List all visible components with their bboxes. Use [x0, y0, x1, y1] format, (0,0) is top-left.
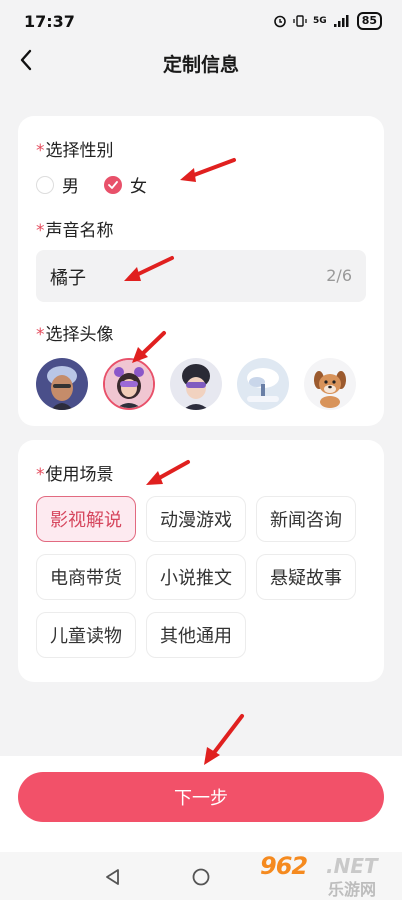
char-counter: 2/6	[326, 266, 352, 285]
voice-name-value: 橘子	[50, 268, 86, 289]
scene-option[interactable]: 新闻咨询	[256, 496, 356, 542]
battery-indicator: 85	[356, 12, 382, 30]
radio-checked-icon	[104, 175, 122, 194]
required-mark: *	[36, 325, 45, 345]
scene-label: *使用场景	[36, 460, 114, 485]
scene-option[interactable]: 影视解说	[36, 496, 136, 542]
scene-option[interactable]: 小说推文	[146, 554, 246, 600]
status-time: 17:37	[24, 12, 75, 31]
gender-label-text: 选择性别	[45, 141, 114, 161]
gender-option-male[interactable]: 男	[36, 172, 79, 197]
alarm-icon	[274, 15, 286, 28]
watermark-number: 962	[260, 852, 308, 880]
scene-option[interactable]: 动漫游戏	[146, 496, 246, 542]
avatar-label-text: 选择头像	[45, 325, 114, 345]
avatar-label: *选择头像	[36, 320, 114, 345]
vibrate-icon	[293, 15, 307, 27]
avatar-option-4[interactable]	[237, 358, 289, 410]
page-title: 定制信息	[162, 54, 239, 76]
gender-label: *选择性别	[36, 136, 114, 161]
scene-option[interactable]: 电商带货	[36, 554, 136, 600]
scene-option[interactable]: 其他通用	[146, 612, 246, 658]
scene-label-text: 使用场景	[45, 465, 114, 485]
circle-home-icon	[192, 868, 210, 886]
avatar-option-3[interactable]	[170, 358, 222, 410]
required-mark: *	[36, 465, 45, 485]
radio-unchecked-icon	[36, 175, 54, 194]
voice-name-label-text: 声音名称	[45, 221, 114, 241]
avatar-option-2[interactable]	[103, 358, 155, 410]
avatar-option-1[interactable]	[36, 358, 88, 410]
scene-option[interactable]: 悬疑故事	[256, 554, 356, 600]
status-icons: 5G 85	[273, 12, 382, 30]
voice-name-label: *声音名称	[36, 216, 114, 241]
avatar-option-5[interactable]	[304, 358, 356, 410]
gender-option-label: 女	[130, 177, 147, 197]
avatar-list	[36, 358, 356, 410]
scene-card: *使用场景 影视解说 动漫游戏 新闻咨询 电商带货 小说推文 悬疑故事 儿童读物…	[18, 440, 384, 682]
nav-back-button[interactable]	[104, 868, 122, 890]
gender-option-female[interactable]: 女	[104, 172, 147, 197]
watermark: 962 .NET 乐游网	[256, 852, 396, 899]
network-label: 5G	[313, 16, 327, 26]
voice-name-input[interactable]: 橘子 2/6	[36, 250, 366, 302]
scene-options: 影视解说 动漫游戏 新闻咨询 电商带货 小说推文 悬疑故事 儿童读物 其他通用	[36, 496, 376, 658]
required-mark: *	[36, 141, 45, 161]
basic-info-card: *选择性别 男 女 *声音名称 橘子 2/6 *选择头像	[18, 116, 384, 426]
required-mark: *	[36, 221, 45, 241]
next-button[interactable]: 下一步	[18, 772, 384, 822]
scene-option[interactable]: 儿童读物	[36, 612, 136, 658]
status-bar: 17:37 5G 85	[0, 0, 402, 44]
gender-option-label: 男	[62, 177, 79, 197]
nav-home-button[interactable]	[192, 868, 210, 890]
triangle-back-icon	[106, 869, 119, 885]
watermark-cn: 乐游网	[328, 880, 377, 899]
watermark-suffix: .NET	[326, 854, 378, 878]
signal-icon	[333, 15, 349, 27]
